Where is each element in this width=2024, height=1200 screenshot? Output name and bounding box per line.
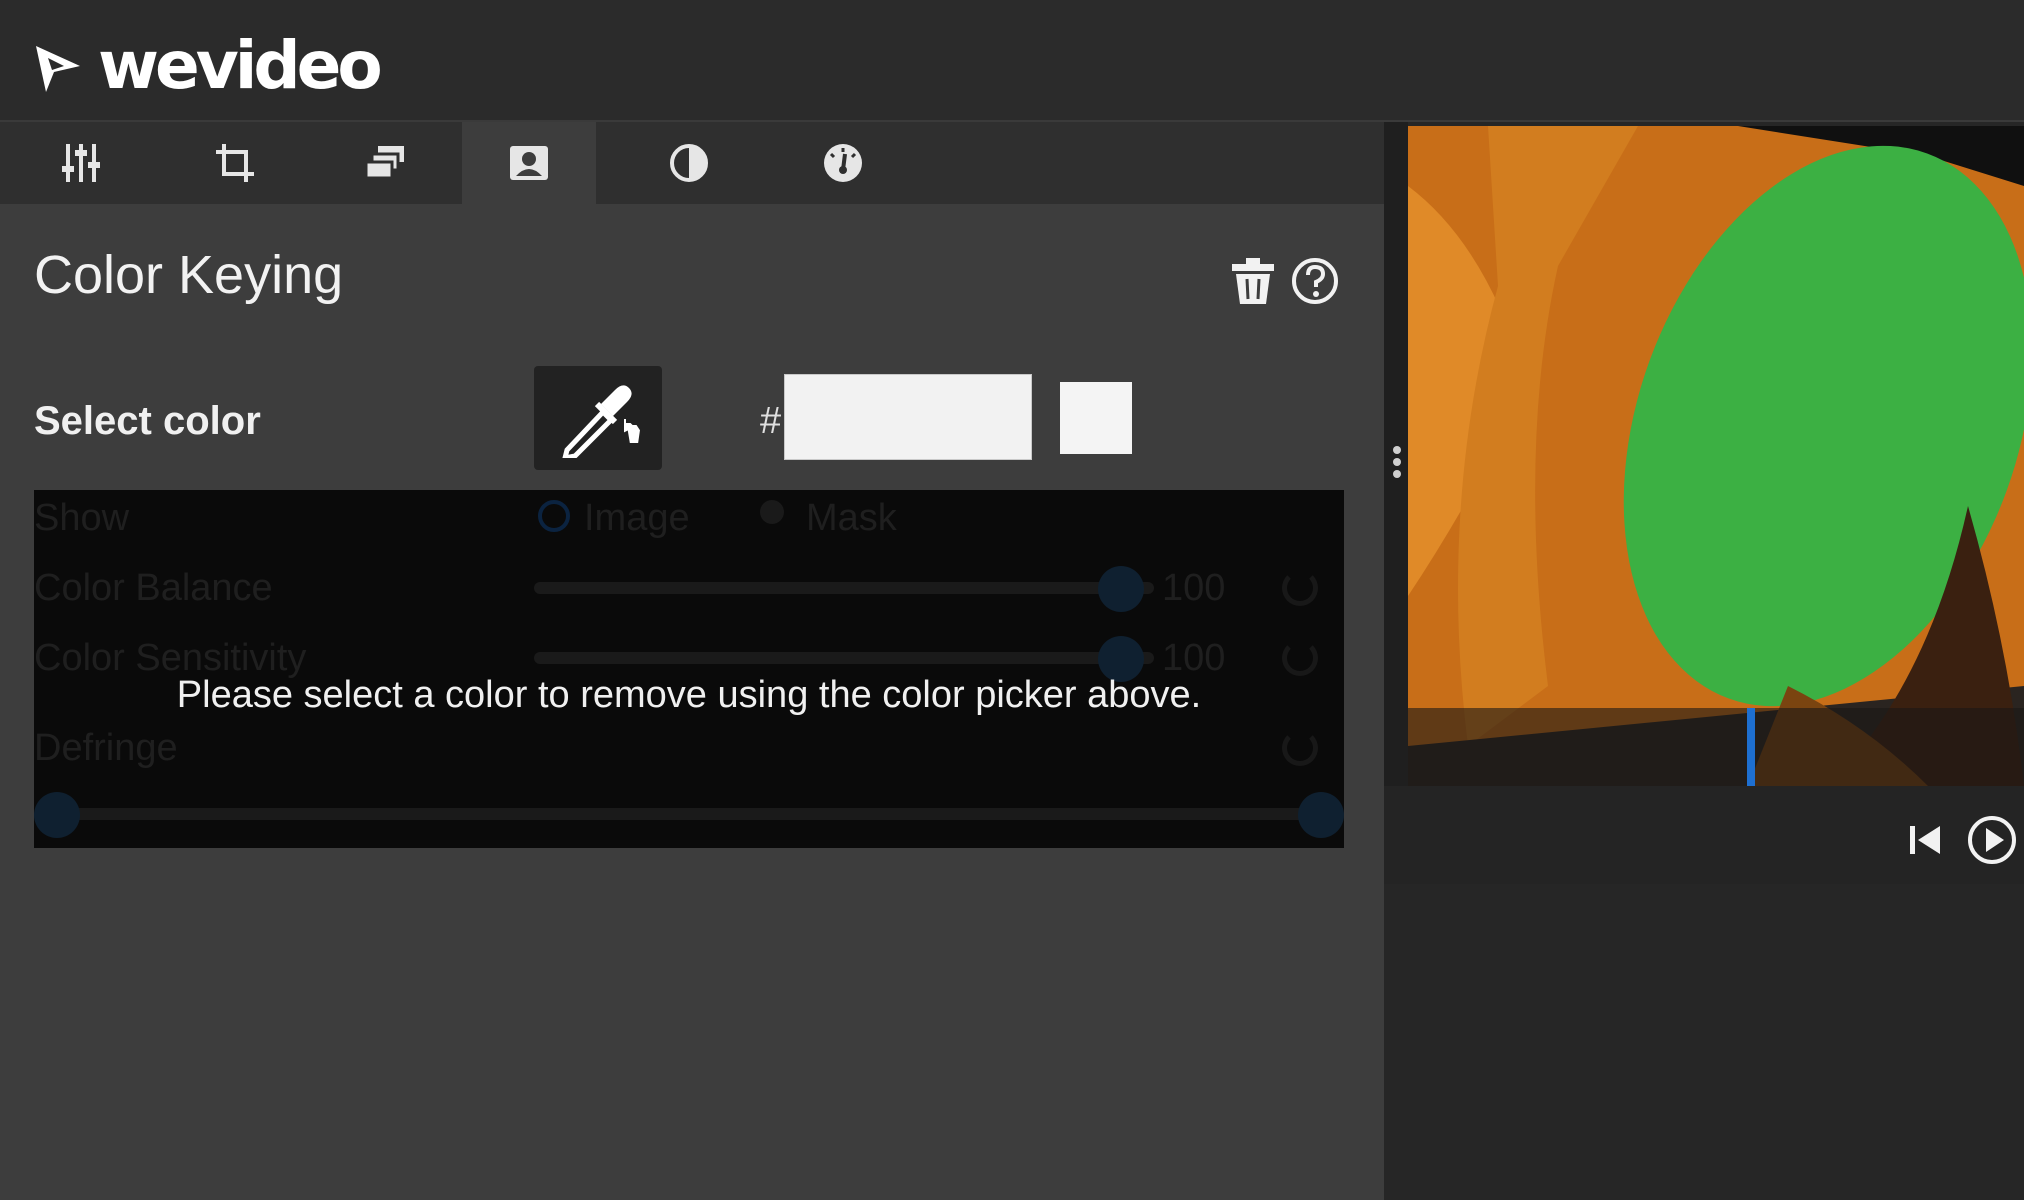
hex-color-input[interactable] [784, 374, 1032, 460]
color-balance-knob [1098, 566, 1144, 612]
hex-prefix: # [760, 400, 782, 442]
timeline-playhead[interactable] [1747, 708, 1755, 796]
play-button[interactable] [1966, 814, 2018, 866]
defringe-knob-left [34, 792, 80, 838]
radio-image [538, 500, 570, 532]
reset-icon [1282, 570, 1318, 606]
drag-handle-dot [1393, 470, 1401, 478]
radio-mask [760, 500, 784, 524]
tab-adjust[interactable] [14, 122, 148, 204]
color-balance-value: 100 [1162, 567, 1226, 609]
layers-icon [364, 146, 404, 180]
help-icon[interactable] [1290, 256, 1340, 306]
tab-color-keying[interactable] [462, 122, 596, 204]
tab-speed[interactable] [776, 122, 910, 204]
keying-settings-disabled: Show Image Mask Color Balance 100 Color … [34, 490, 1344, 848]
selected-color-swatch [1060, 382, 1132, 454]
tab-contrast[interactable] [622, 122, 756, 204]
color-balance-label: Color Balance [34, 567, 273, 609]
right-panel-empty-area [1384, 884, 2024, 1200]
tab-layers[interactable] [318, 122, 452, 204]
portrait-icon [510, 146, 548, 180]
drag-handle-dot [1393, 458, 1401, 466]
wevideo-logo-icon[interactable] [34, 44, 82, 94]
show-label: Show [34, 497, 130, 539]
eyedropper-button[interactable] [534, 366, 662, 470]
defringe-slider [44, 808, 1334, 820]
crop-icon [216, 144, 254, 182]
defringe-knob-right [1298, 792, 1344, 838]
drag-handle-dot [1393, 446, 1401, 454]
sliders-icon [62, 144, 100, 182]
panel-title: Color Keying [34, 245, 344, 305]
color-sensitivity-slider [534, 652, 1154, 664]
select-color-label: Select color [34, 399, 261, 443]
defringe-label: Defringe [34, 727, 178, 769]
delete-effect-button[interactable] [1230, 256, 1276, 306]
option-mask-label: Mask [806, 497, 897, 539]
speedometer-icon [824, 144, 862, 182]
skip-to-start-button[interactable] [1906, 820, 1946, 860]
contrast-icon [670, 144, 708, 182]
video-frame-image [1408, 126, 2024, 786]
eyedropper-icon [562, 385, 643, 458]
color-balance-slider [534, 582, 1154, 594]
reset-icon [1282, 730, 1318, 766]
wevideo-logo-text[interactable]: wevideo [98, 26, 383, 106]
tab-crop[interactable] [168, 122, 302, 204]
select-color-message: Please select a color to remove using th… [176, 674, 1202, 716]
option-image-label: Image [584, 497, 690, 539]
